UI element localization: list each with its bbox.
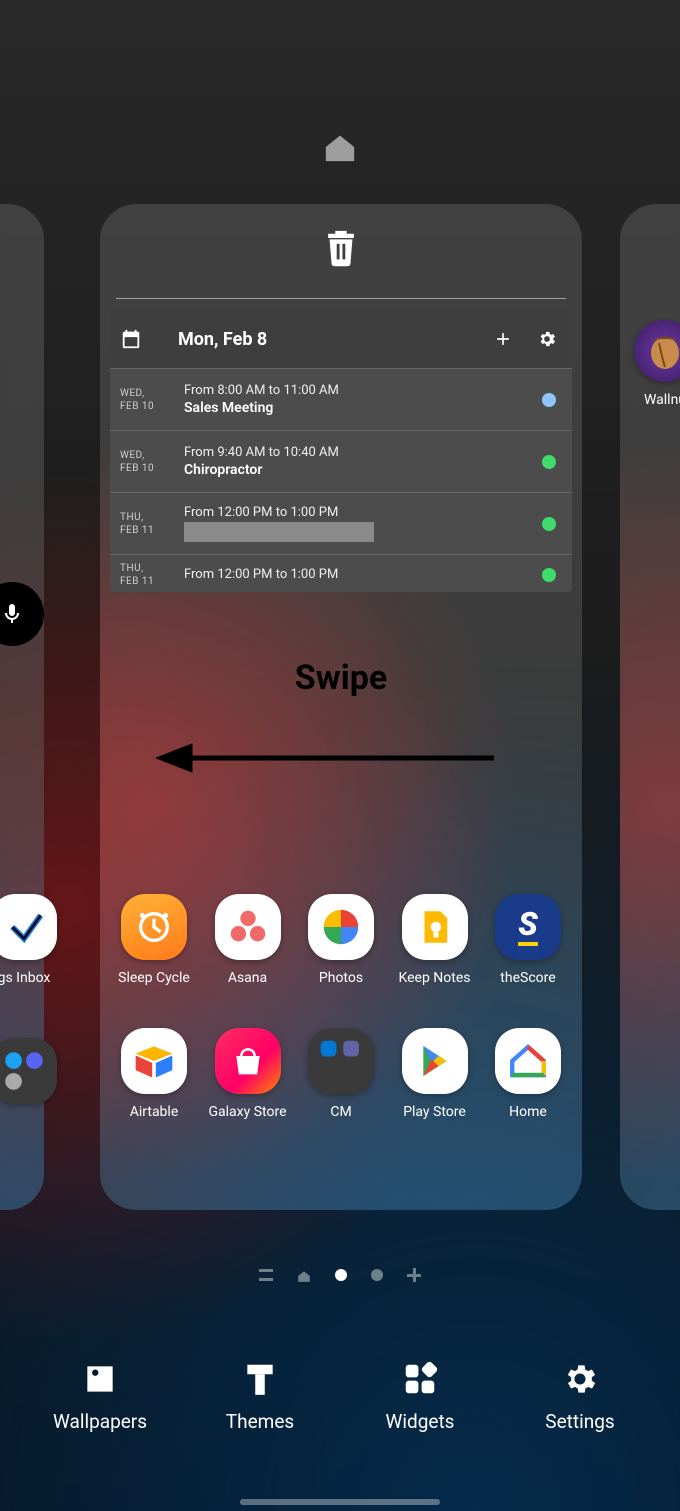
app-thescore[interactable]: S theScore xyxy=(484,894,572,986)
app-label: theScore xyxy=(500,970,555,986)
event-name-redacted xyxy=(184,522,374,542)
launcher-edit-bar: Wallpapers Themes Widgets Settings xyxy=(0,1338,680,1454)
calendar-event-row[interactable]: THU, FEB 11 From 12:00 PM to 1:00 PM xyxy=(110,554,572,592)
calendar-title: Mon, Feb 8 xyxy=(156,329,474,350)
annotation-arrow-icon xyxy=(156,740,496,776)
app-sleep-cycle[interactable]: Sleep Cycle xyxy=(110,894,198,986)
app-cm-folder[interactable]: CM xyxy=(297,1028,385,1120)
app-folder[interactable] xyxy=(0,1038,68,1104)
themes-button[interactable]: Themes xyxy=(190,1360,330,1433)
event-date: WED, FEB 10 xyxy=(120,387,178,413)
widgets-label: Widgets xyxy=(386,1410,455,1433)
event-color-dot xyxy=(542,568,556,582)
delete-panel-button[interactable] xyxy=(319,226,363,270)
widgets-button[interactable]: Widgets xyxy=(350,1360,490,1433)
airtable-icon xyxy=(121,1028,187,1094)
home-panel-left[interactable]: gs Inbox xyxy=(0,204,44,1210)
calendar-event-row[interactable]: WED, FEB 10 From 8:00 AM to 11:00 AM Sal… xyxy=(110,368,572,430)
event-date: WED, FEB 10 xyxy=(120,449,178,475)
calendar-icon xyxy=(120,328,142,350)
app-label: Asana xyxy=(228,970,267,986)
play-store-icon xyxy=(402,1028,468,1094)
folder-icon xyxy=(308,1028,374,1094)
page-indicator[interactable] xyxy=(0,1268,680,1282)
event-date: THU, FEB 11 xyxy=(120,511,178,537)
app-label: gs Inbox xyxy=(0,970,50,986)
settings-button[interactable]: Settings xyxy=(510,1360,650,1433)
page-dot-current[interactable] xyxy=(335,1269,347,1281)
annotation-swipe-label: Swipe xyxy=(100,658,582,698)
event-color-dot xyxy=(542,393,556,407)
app-label: Sleep Cycle xyxy=(118,970,190,986)
event-time: From 12:00 PM to 1:00 PM xyxy=(184,505,542,520)
app-label: CM xyxy=(330,1104,351,1120)
asana-icon xyxy=(215,894,281,960)
app-grid: Sleep Cycle Asana Photos xyxy=(100,894,582,1120)
app-label: Play Store xyxy=(403,1104,466,1120)
app-inbox[interactable]: gs Inbox xyxy=(0,894,68,986)
page-dot-home[interactable] xyxy=(297,1268,311,1282)
app-airtable[interactable]: Airtable xyxy=(110,1028,198,1120)
google-home-icon xyxy=(495,1028,561,1094)
app-galaxy-store[interactable]: Galaxy Store xyxy=(204,1028,292,1120)
event-name: Sales Meeting xyxy=(184,400,542,416)
wallpapers-label: Wallpapers xyxy=(53,1410,147,1433)
page-dot[interactable] xyxy=(371,1269,383,1281)
folder-icon xyxy=(0,1038,57,1104)
home-shape-icon xyxy=(323,132,357,162)
event-time: From 8:00 AM to 11:00 AM xyxy=(184,383,542,398)
app-label: Home xyxy=(509,1104,547,1120)
event-time: From 12:00 PM to 1:00 PM xyxy=(184,567,542,582)
settings-label: Settings xyxy=(545,1410,614,1433)
app-label: Photos xyxy=(319,970,363,986)
app-label: Keep Notes xyxy=(399,970,471,986)
app-wallnut[interactable]: Wallnu xyxy=(630,320,680,408)
calendar-event-row[interactable]: THU, FEB 11 From 12:00 PM to 1:00 PM xyxy=(110,492,572,554)
calendar-event-row[interactable]: WED, FEB 10 From 9:40 AM to 10:40 AM Chi… xyxy=(110,430,572,492)
home-panel-right[interactable]: Wallnu xyxy=(620,204,680,1210)
wallpapers-button[interactable]: Wallpapers xyxy=(30,1360,170,1433)
app-google-home[interactable]: Home xyxy=(484,1028,572,1120)
panel-divider xyxy=(116,298,566,299)
calendar-settings-button[interactable] xyxy=(532,324,562,354)
keep-notes-icon xyxy=(402,894,468,960)
app-keep-notes[interactable]: Keep Notes xyxy=(391,894,479,986)
home-panel-main[interactable]: Mon, Feb 8 WED, FEB 10 From 8:00 AM to 1… xyxy=(100,204,582,1210)
wallnut-icon xyxy=(634,320,680,382)
page-dot-add[interactable] xyxy=(407,1268,421,1282)
event-color-dot xyxy=(542,517,556,531)
gesture-nav-bar[interactable] xyxy=(240,1499,440,1505)
sleep-cycle-icon xyxy=(121,894,187,960)
event-date: THU, FEB 11 xyxy=(120,562,178,588)
thescore-icon: S xyxy=(495,894,561,960)
calendar-widget[interactable]: Mon, Feb 8 WED, FEB 10 From 8:00 AM to 1… xyxy=(110,310,572,592)
calendar-add-button[interactable] xyxy=(488,324,518,354)
page-dot-apps[interactable] xyxy=(259,1269,273,1281)
app-play-store[interactable]: Play Store xyxy=(391,1028,479,1120)
app-label: Wallnu xyxy=(644,392,680,408)
photos-icon xyxy=(308,894,374,960)
app-label: Airtable xyxy=(130,1104,179,1120)
event-name: Chiropractor xyxy=(184,462,542,478)
event-color-dot xyxy=(542,455,556,469)
app-label: Galaxy Store xyxy=(209,1104,287,1120)
app-photos[interactable]: Photos xyxy=(297,894,385,986)
event-time: From 9:40 AM to 10:40 AM xyxy=(184,445,542,460)
calendar-header: Mon, Feb 8 xyxy=(110,310,572,368)
app-asana[interactable]: Asana xyxy=(204,894,292,986)
galaxy-store-icon xyxy=(215,1028,281,1094)
inbox-icon xyxy=(0,894,57,960)
themes-label: Themes xyxy=(226,1410,294,1433)
